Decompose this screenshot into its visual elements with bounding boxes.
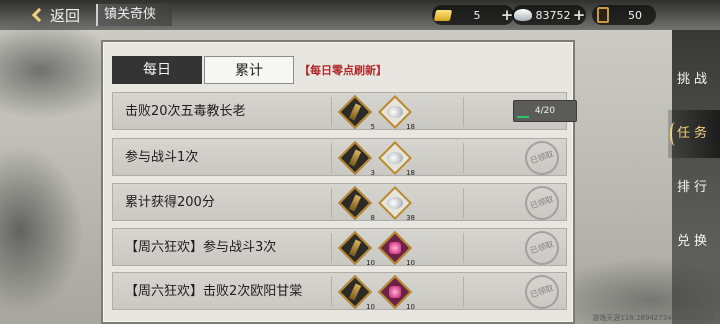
reward-badge[interactable]: 10 xyxy=(338,275,375,311)
tab-cumulative[interactable]: 累计 xyxy=(204,56,294,84)
reward-count: 3 xyxy=(370,169,375,177)
back-label: 返回 xyxy=(50,6,81,25)
claimed-stamp: 已领取 xyxy=(520,181,564,225)
reward-count: 8 xyxy=(370,214,375,222)
divider xyxy=(463,277,464,307)
divider xyxy=(463,143,464,173)
scroll-resource: 50 xyxy=(592,5,656,25)
gold-resource: 5 + xyxy=(432,5,514,25)
reward-silver[interactable]: 38 xyxy=(378,186,415,222)
progress-text: 4/20 xyxy=(534,106,556,116)
pink-gem-icon xyxy=(389,242,401,254)
task-panel: 每日 累计 【每日零点刷新】 击败20次五毒教长老 5 18 4/20 参与战斗… xyxy=(101,40,577,324)
silver-value: 83752 xyxy=(535,8,571,22)
sidenav-label: 兑换 xyxy=(676,234,711,249)
reward-gem[interactable]: 10 xyxy=(378,231,415,267)
divider xyxy=(331,143,332,173)
claimed-stamp: 已领取 xyxy=(520,226,564,270)
sidenav-label: 任务 xyxy=(676,126,711,141)
reward-count: 10 xyxy=(366,303,375,311)
task-name: 击败20次五毒教长老 xyxy=(125,104,246,119)
task-name: 累计获得200分 xyxy=(125,195,215,210)
reward-count: 10 xyxy=(366,259,375,267)
silver-cloud-icon xyxy=(387,197,403,209)
task-name: 【周六狂欢】参与战斗3次 xyxy=(125,240,277,255)
divider xyxy=(463,188,464,218)
reward-count: 18 xyxy=(406,169,415,177)
task-progress-bar: 4/20 xyxy=(513,100,577,122)
divider xyxy=(331,188,332,218)
divider xyxy=(331,97,332,127)
reward-count: 10 xyxy=(406,303,415,311)
task-row: 累计获得200分 8 38 已领取 xyxy=(112,181,567,225)
pink-gem-icon xyxy=(389,286,401,298)
divider xyxy=(463,233,464,263)
task-row: 击败20次五毒教长老 5 18 4/20 xyxy=(112,92,577,131)
refresh-note: 【每日零点刷新】 xyxy=(299,64,387,77)
divider xyxy=(463,97,464,127)
reward-count: 5 xyxy=(370,123,375,131)
gold-ingot-icon xyxy=(432,5,454,25)
reward-badge[interactable]: 8 xyxy=(338,186,375,222)
page-title: 镇关奇侠 xyxy=(96,4,172,26)
add-silver-button[interactable]: + xyxy=(572,6,586,24)
top-bar: 返回 镇关奇侠 5 + 83752 + 50 xyxy=(0,0,720,30)
reward-gem[interactable]: 10 xyxy=(378,275,415,311)
sidenav-ranking[interactable]: 排行 xyxy=(668,164,720,212)
task-row: 【周六狂欢】参与战斗3次 10 10 已领取 xyxy=(112,226,567,270)
side-nav: 挑战 任务 排行 兑换 xyxy=(668,44,720,324)
tab-daily[interactable]: 每日 xyxy=(112,56,202,84)
reward-silver[interactable]: 18 xyxy=(378,141,415,177)
claimed-stamp: 已领取 xyxy=(520,136,564,180)
footer-id-text: 游逸天涯118:289427343 12162352 xyxy=(592,314,714,322)
reward-badge[interactable]: 3 xyxy=(338,141,375,177)
progress-fill xyxy=(517,116,529,118)
scroll-icon xyxy=(592,5,614,25)
sidenav-label: 挑战 xyxy=(676,72,711,87)
sidenav-label: 排行 xyxy=(676,180,711,195)
claimed-stamp: 已领取 xyxy=(520,270,564,314)
sidenav-challenge[interactable]: 挑战 xyxy=(668,56,720,104)
task-row: 【周六狂欢】击败2次欧阳甘棠 10 10 已领取 xyxy=(112,270,567,314)
back-button[interactable]: 返回 xyxy=(28,3,94,27)
gold-value: 5 xyxy=(473,8,481,22)
divider xyxy=(331,277,332,307)
silver-cloud-icon xyxy=(387,152,403,164)
tab-bar: 每日 累计 xyxy=(112,56,294,84)
reward-count: 10 xyxy=(406,259,415,267)
silver-resource: 83752 + xyxy=(512,5,586,25)
reward-silver[interactable]: 18 xyxy=(378,95,415,131)
chevron-left-icon xyxy=(31,7,47,23)
sidenav-exchange[interactable]: 兑换 xyxy=(668,218,720,266)
reward-count: 38 xyxy=(406,214,415,222)
divider xyxy=(331,233,332,263)
silver-cloud-icon xyxy=(387,106,403,118)
reward-badge[interactable]: 10 xyxy=(338,231,375,267)
scroll-value: 50 xyxy=(628,8,642,22)
task-name: 【周六狂欢】击败2次欧阳甘棠 xyxy=(125,284,303,299)
reward-count: 18 xyxy=(406,123,415,131)
sidenav-tasks[interactable]: 任务 xyxy=(668,110,720,158)
silver-icon xyxy=(512,5,534,25)
task-row: 参与战斗1次 3 18 已领取 xyxy=(112,136,567,180)
reward-badge[interactable]: 5 xyxy=(338,95,375,131)
task-name: 参与战斗1次 xyxy=(125,150,199,165)
